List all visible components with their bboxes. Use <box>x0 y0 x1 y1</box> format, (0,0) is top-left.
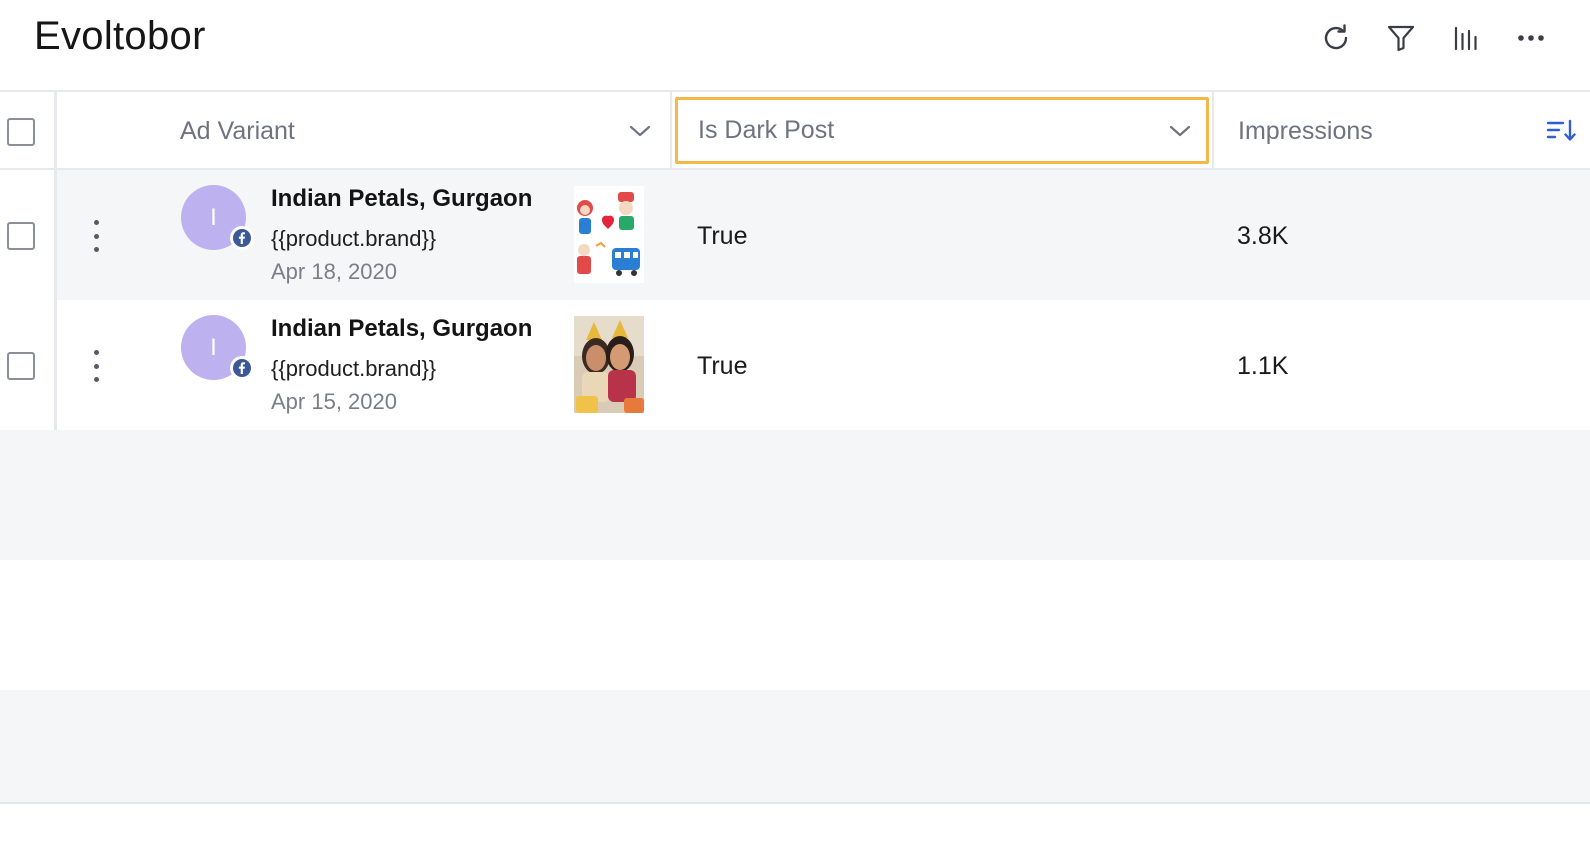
filter-icon <box>1387 25 1415 52</box>
row-actions-icon[interactable] <box>86 350 106 382</box>
facebook-icon <box>230 226 254 250</box>
ad-name[interactable]: Indian Petals, Gurgaon <box>271 315 532 343</box>
select-all-cell <box>0 92 57 170</box>
empty-row <box>0 430 1590 560</box>
page: Evoltobor Ad Variant Is Dark Post Impres… <box>0 0 1590 862</box>
row-select-cell <box>0 300 57 430</box>
more-button[interactable] <box>1511 18 1551 58</box>
refresh-icon <box>1324 24 1348 50</box>
column-header-label: Impressions <box>1238 116 1373 145</box>
row-select-cell <box>0 170 57 300</box>
bar-chart-icon <box>1454 26 1477 51</box>
column-header-impressions[interactable]: Impressions <box>1212 92 1590 170</box>
page-header: Evoltobor <box>0 0 1590 92</box>
ad-thumbnail[interactable] <box>574 186 644 283</box>
sort-descending-icon[interactable] <box>1546 118 1576 144</box>
impressions-value: 1.1K <box>1237 352 1289 380</box>
filter-button[interactable] <box>1381 18 1421 58</box>
empty-row <box>0 560 1590 690</box>
empty-row <box>0 690 1590 804</box>
ad-date: Apr 15, 2020 <box>271 389 397 414</box>
table-row[interactable]: I Indian Petals, Gurgaon {{product.brand… <box>0 170 1590 300</box>
row-checkbox[interactable] <box>7 222 35 250</box>
is-dark-post-value: True <box>697 352 748 380</box>
more-horizontal-icon <box>1518 35 1544 41</box>
ad-brand: {{product.brand}} <box>271 226 437 251</box>
refresh-button[interactable] <box>1316 18 1356 58</box>
row-checkbox[interactable] <box>7 352 35 380</box>
ad-name[interactable]: Indian Petals, Gurgaon <box>271 185 532 213</box>
columns-button[interactable] <box>1446 18 1486 58</box>
table-row[interactable]: I Indian Petals, Gurgaon {{product.brand… <box>0 300 1590 430</box>
impressions-value: 3.8K <box>1237 222 1289 250</box>
ad-thumbnail[interactable] <box>574 316 644 413</box>
table-header: Ad Variant Is Dark Post Impressions <box>0 92 1590 170</box>
column-header-is-dark-post[interactable]: Is Dark Post <box>675 97 1209 164</box>
row-actions-icon[interactable] <box>86 220 106 252</box>
chevron-down-icon[interactable] <box>1168 119 1192 143</box>
column-header-ad-variant[interactable]: Ad Variant <box>60 92 672 170</box>
column-header-label: Is Dark Post <box>698 116 835 144</box>
chevron-down-icon[interactable] <box>628 119 652 143</box>
facebook-icon <box>230 356 254 380</box>
column-header-label: Ad Variant <box>180 116 295 145</box>
select-all-checkbox[interactable] <box>7 118 35 146</box>
page-title: Evoltobor <box>34 14 206 58</box>
ad-brand: {{product.brand}} <box>271 356 437 381</box>
is-dark-post-value: True <box>697 222 748 250</box>
ad-date: Apr 18, 2020 <box>271 259 397 284</box>
